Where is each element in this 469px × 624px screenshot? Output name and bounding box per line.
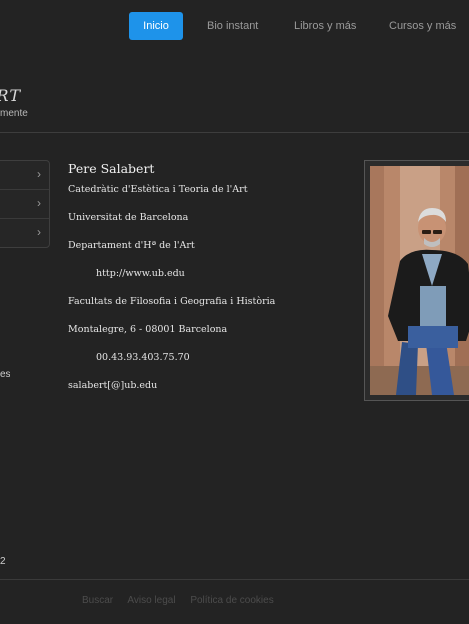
- nav-inicio[interactable]: Inicio: [129, 12, 183, 40]
- sidebar-menu: › › ›: [0, 160, 50, 248]
- profile-website-link[interactable]: http://www.ub.edu: [96, 268, 185, 279]
- profile-phone: 00.43.93.403.75.70: [96, 352, 190, 363]
- profile-address: Montalegre, 6 - 08001 Barcelona: [68, 324, 228, 335]
- footer-links: Buscar Aviso legal Política de cookies: [82, 595, 286, 606]
- footer-link-aviso-legal[interactable]: Aviso legal: [127, 595, 175, 606]
- footer-link-buscar[interactable]: Buscar: [82, 595, 113, 606]
- portrait-illustration: [370, 166, 469, 395]
- profile-faculty: Facultats de Filosofia i Geografia i His…: [68, 296, 276, 307]
- profile-university: Universitat de Barcelona: [68, 212, 189, 223]
- footer-link-cookies[interactable]: Política de cookies: [190, 595, 273, 606]
- chevron-right-icon: ›: [37, 167, 41, 181]
- profile-photo: [364, 160, 469, 401]
- profile-name: Pere Salabert: [68, 161, 155, 176]
- sidebar-item-3[interactable]: ›: [0, 219, 49, 248]
- nav-libros-y-mas[interactable]: Libros y más: [294, 12, 356, 40]
- sidebar-text-fragment: es: [0, 369, 10, 380]
- site-logo[interactable]: ART: [0, 86, 24, 105]
- logo-text: ART: [0, 86, 21, 105]
- profile-department: Departament d'Hª de l'Art: [68, 240, 195, 251]
- footer-divider: [0, 579, 469, 580]
- top-navigation: Inicio Bio instant Libros y más Cursos y…: [0, 12, 469, 40]
- chevron-right-icon: ›: [37, 196, 41, 210]
- profile-title: Catedràtic d'Estètica i Teoria de l'Art: [68, 184, 248, 195]
- site-tagline: mente: [0, 108, 28, 119]
- nav-bio-instant[interactable]: Bio instant: [207, 12, 258, 40]
- sidebar-item-2[interactable]: ›: [0, 190, 49, 219]
- header-divider: [0, 132, 469, 133]
- chevron-right-icon: ›: [37, 225, 41, 239]
- profile-content: Pere Salabert Catedràtic d'Estètica i Te…: [68, 160, 358, 391]
- nav-cursos-y-mas[interactable]: Cursos y más: [389, 12, 456, 40]
- copyright-year-fragment: 2: [0, 556, 6, 567]
- sidebar-item-1[interactable]: ›: [0, 161, 49, 190]
- profile-email[interactable]: salabert[@]ub.edu: [68, 380, 157, 391]
